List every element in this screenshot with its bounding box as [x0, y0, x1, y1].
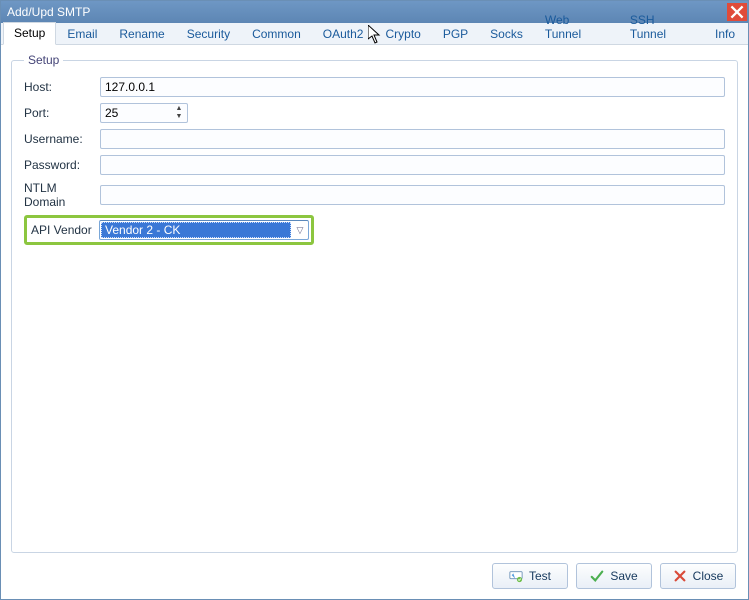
host-label: Host:: [24, 80, 100, 94]
setup-groupbox: Setup Host: Port: ▲ ▼ Username: Password…: [11, 53, 738, 553]
tab-webtunnel[interactable]: Web Tunnel: [534, 9, 619, 45]
tab-oauth2[interactable]: OAuth2: [312, 23, 375, 45]
chevron-down-icon: ▽: [292, 225, 308, 236]
tab-security[interactable]: Security: [176, 23, 241, 45]
save-button[interactable]: Save: [576, 563, 652, 589]
client-area: Setup Host: Port: ▲ ▼ Username: Password…: [1, 45, 748, 599]
host-input[interactable]: [100, 77, 725, 97]
tab-crypto[interactable]: Crypto: [374, 23, 431, 45]
test-icon: [509, 569, 523, 583]
tab-pgp[interactable]: PGP: [432, 23, 479, 45]
api-vendor-combo[interactable]: Vendor 2 - CK ▽: [99, 220, 309, 240]
window-close-button[interactable]: [727, 3, 747, 21]
close-icon: [730, 5, 744, 19]
close-button-label: Close: [693, 569, 724, 583]
button-bar: Test Save Close: [492, 563, 736, 589]
port-label: Port:: [24, 106, 100, 120]
tab-common[interactable]: Common: [241, 23, 312, 45]
tab-setup[interactable]: Setup: [3, 22, 56, 45]
save-button-label: Save: [610, 569, 637, 583]
x-icon: [673, 569, 687, 583]
password-input[interactable]: [100, 155, 725, 175]
tab-email[interactable]: Email: [56, 23, 108, 45]
close-button[interactable]: Close: [660, 563, 736, 589]
spin-down-icon[interactable]: ▼: [172, 113, 186, 121]
tab-strip: Setup Email Rename Security Common OAuth…: [1, 23, 748, 45]
port-spinner[interactable]: ▲ ▼: [172, 105, 186, 121]
password-label: Password:: [24, 158, 100, 172]
spin-up-icon[interactable]: ▲: [172, 105, 186, 113]
username-label: Username:: [24, 132, 100, 146]
api-vendor-highlight: API Vendor Vendor 2 - CK ▽: [24, 215, 314, 245]
api-vendor-selected: Vendor 2 - CK: [101, 222, 291, 238]
ntlm-label: NTLM Domain: [24, 181, 100, 209]
tab-sshtunnel[interactable]: SSH Tunnel: [619, 9, 704, 45]
test-button-label: Test: [529, 569, 551, 583]
tab-info[interactable]: Info: [704, 23, 746, 45]
ntlm-domain-input[interactable]: [100, 185, 725, 205]
api-vendor-label: API Vendor: [29, 223, 99, 237]
check-icon: [590, 569, 604, 583]
groupbox-legend: Setup: [24, 53, 63, 67]
tab-socks[interactable]: Socks: [479, 23, 534, 45]
username-input[interactable]: [100, 129, 725, 149]
test-button[interactable]: Test: [492, 563, 568, 589]
tab-rename[interactable]: Rename: [108, 23, 175, 45]
